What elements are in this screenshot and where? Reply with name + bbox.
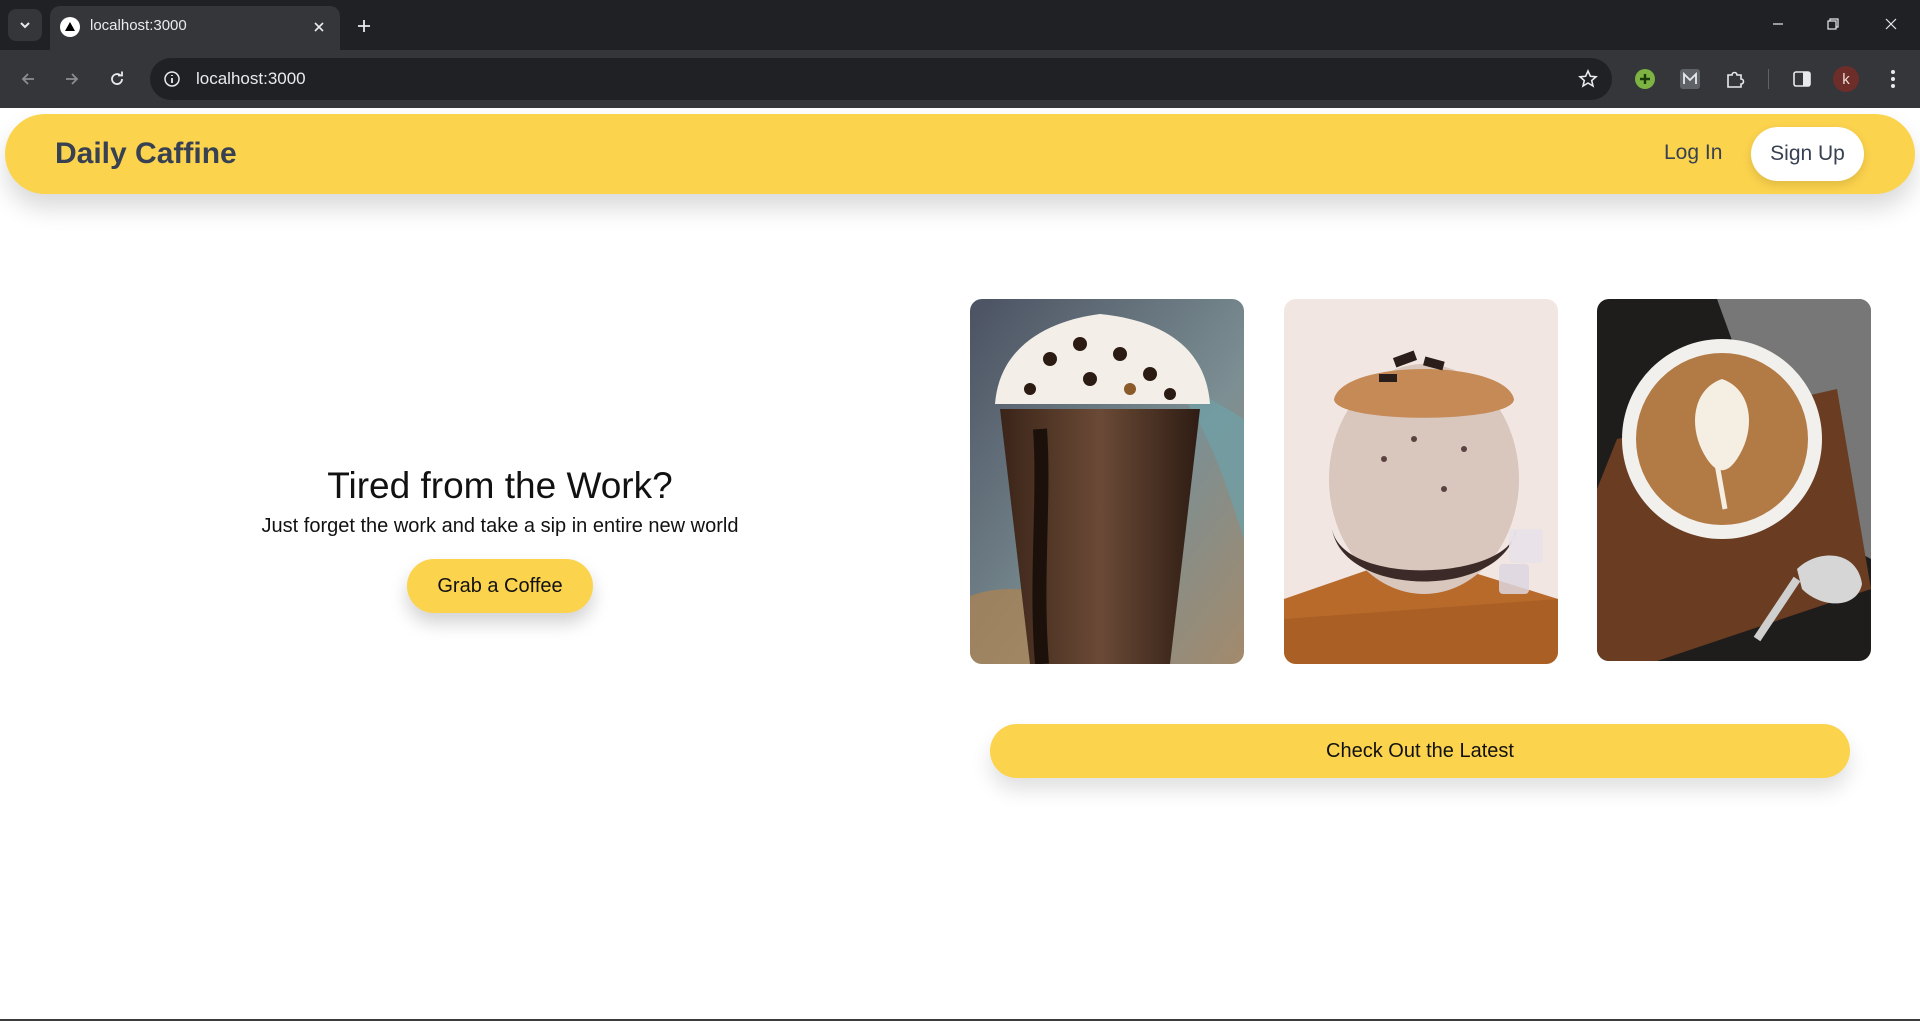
- back-icon[interactable]: [12, 63, 44, 95]
- bookmark-star-icon[interactable]: [1576, 67, 1600, 91]
- tab-search-button[interactable]: [8, 9, 42, 41]
- restore-icon[interactable]: [1813, 8, 1853, 40]
- side-panel-icon[interactable]: [1789, 66, 1815, 92]
- check-out-latest-button[interactable]: Check Out the Latest: [990, 724, 1850, 778]
- close-tab-icon[interactable]: [308, 16, 330, 38]
- forward-icon[interactable]: [56, 63, 88, 95]
- minimize-icon[interactable]: [1758, 8, 1798, 40]
- address-bar[interactable]: localhost:3000: [150, 58, 1612, 100]
- grab-coffee-button[interactable]: Grab a Coffee: [407, 559, 593, 613]
- profile-avatar[interactable]: k: [1833, 66, 1859, 92]
- login-link[interactable]: Log In: [1664, 141, 1722, 165]
- hero-title: Tired from the Work?: [327, 465, 673, 506]
- reload-icon[interactable]: [101, 63, 133, 95]
- brand-logo-text[interactable]: Daily Caffine: [55, 137, 237, 171]
- page-content: Daily Caffine Log In Sign Up Tired from …: [0, 108, 1920, 1020]
- hero-subtitle: Just forget the work and take a sip in e…: [261, 515, 739, 537]
- new-tab-icon[interactable]: [350, 12, 378, 40]
- more-menu-icon[interactable]: [1880, 66, 1906, 92]
- signup-button[interactable]: Sign Up: [1751, 127, 1864, 181]
- tab-title: localhost:3000: [90, 17, 187, 34]
- chocolate-frappe-image: [970, 299, 1244, 664]
- site-navbar: Daily Caffine Log In Sign Up: [5, 114, 1915, 194]
- url-text: localhost:3000: [196, 69, 306, 88]
- browser-tab[interactable]: localhost:3000: [50, 6, 340, 50]
- close-window-icon[interactable]: [1871, 8, 1911, 40]
- add-extension-icon[interactable]: [1632, 66, 1658, 92]
- browser-tabstrip: localhost:3000: [0, 0, 1920, 50]
- cookies-cream-shake-image: [1284, 299, 1558, 664]
- m-extension-icon[interactable]: [1677, 66, 1703, 92]
- latte-art-image: [1597, 299, 1871, 661]
- profile-initial: k: [1842, 70, 1850, 88]
- chevron-down-icon: [20, 22, 30, 29]
- puzzle-icon[interactable]: [1722, 66, 1748, 92]
- toolbar-separator: [1768, 69, 1769, 89]
- triangle-favicon-icon: [60, 17, 80, 37]
- browser-toolbar: localhost:3000 k: [0, 50, 1920, 108]
- site-info-icon[interactable]: [160, 67, 184, 91]
